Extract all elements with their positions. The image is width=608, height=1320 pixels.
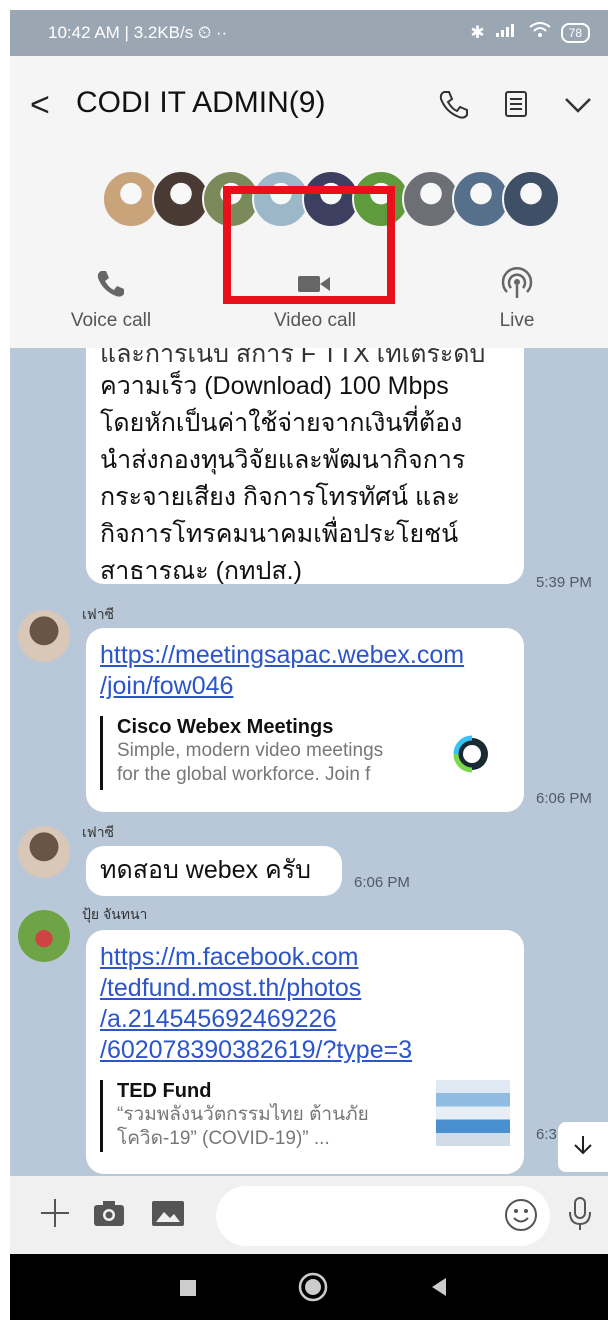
scroll-down-button[interactable]	[558, 1122, 608, 1172]
message-bubble[interactable]: https://m.facebook.com /tedfund.most.th/…	[86, 930, 524, 1174]
message-time: 5:39 PM	[536, 574, 592, 591]
status-icons: ✱ 78	[470, 22, 590, 43]
arrow-down-icon	[571, 1133, 595, 1162]
message-line: กิจการโทรคมนาคมเพื่อประโยชน์	[100, 520, 459, 548]
preview-title: Cisco Webex Meetings	[117, 716, 334, 738]
message-link[interactable]: https://meetingsapac.webex.com	[100, 640, 464, 671]
avatar[interactable]	[18, 826, 70, 878]
status-bar: 10:42 AM | 3.2KB/s ⏲ ·· ✱ 78	[10, 10, 608, 56]
image-gallery-icon[interactable]	[150, 1196, 186, 1235]
back-icon[interactable]: <	[30, 86, 50, 125]
home-icon[interactable]	[298, 1272, 328, 1307]
voice-call-label: Voice call	[70, 310, 152, 331]
sender-name: ปุ้ย จันทนา	[82, 906, 148, 922]
message-line: ความเร็ว (Download) 100 Mbps	[100, 372, 449, 400]
message-bubble[interactable]: https://meetingsapac.webex.com /join/fow…	[86, 628, 524, 812]
chat-title: CODI IT ADMIN(9)	[76, 86, 326, 119]
message-link[interactable]: /a.214545692469226	[100, 1004, 412, 1035]
status-left-text: 10:42 AM | 3.2KB/s ⏲ ··	[48, 23, 228, 42]
member-avatar[interactable]	[502, 170, 560, 228]
sender-name: เฟาซี	[82, 824, 115, 840]
message-input[interactable]	[216, 1186, 550, 1246]
voice-call-button[interactable]: Voice call	[36, 264, 186, 332]
video-call-label: Video call	[273, 310, 357, 331]
camera-icon[interactable]	[92, 1196, 126, 1235]
message-link[interactable]: https://m.facebook.com	[100, 942, 412, 973]
message-time: 6:06 PM	[536, 790, 592, 807]
live-broadcast-icon	[442, 264, 592, 304]
message-line: นำส่งกองทุนวิจัยและพัฒนากิจการ	[100, 446, 466, 474]
preview-description-line: Simple, modern video meetings	[117, 740, 384, 761]
message-text: ทดสอบ webex ครับ	[100, 856, 312, 884]
message-line: สาธารณะ (กทปส.)	[100, 557, 302, 585]
message-bubble[interactable]: และการเนบ สการ F TTX เทเตระดบ ความเร็ว (…	[86, 348, 524, 585]
plus-icon[interactable]	[38, 1196, 72, 1235]
microphone-icon[interactable]	[566, 1196, 594, 1237]
recent-apps-icon[interactable]	[178, 1278, 198, 1303]
message-line: โดยหักเป็นค่าใช้จ่ายจากเงินที่ต้อง	[100, 409, 463, 437]
message-link[interactable]: /join/fow046	[100, 671, 464, 702]
preview-description-line: “รวมพลังนวัตกรรมไทย ต้านภัย	[117, 1104, 369, 1125]
emoji-icon[interactable]	[504, 1198, 538, 1237]
preview-description: Simple, modern video meetings for the gl…	[117, 739, 417, 787]
sender-name: เฟาซี	[82, 606, 115, 622]
back-nav-icon[interactable]	[428, 1276, 450, 1303]
message-line: กระจายเสียง กิจการโทรทัศน์ และ	[100, 483, 460, 511]
notes-icon[interactable]	[496, 84, 536, 124]
message-time: 6:06 PM	[354, 874, 410, 891]
chat-messages[interactable]: และการเนบ สการ F TTX เทเตระดบ ความเร็ว (…	[10, 348, 608, 1176]
avatar[interactable]	[18, 910, 70, 962]
link-preview[interactable]: Cisco Webex Meetings Simple, modern vide…	[100, 716, 417, 790]
live-button[interactable]: Live	[442, 264, 592, 332]
message-input-bar	[10, 1176, 608, 1254]
signal-icon	[495, 22, 519, 43]
preview-thumbnail	[436, 1080, 510, 1146]
message-bubble[interactable]: ทดสอบ webex ครับ	[86, 846, 342, 896]
preview-description-line: โควิด-19” (COVID-19)” ...	[117, 1128, 330, 1149]
message-link[interactable]: /tedfund.most.th/photos	[100, 973, 412, 1004]
webex-logo-icon	[452, 734, 492, 779]
phone-screen: 10:42 AM | 3.2KB/s ⏲ ·· ✱ 78 < CODI IT A…	[10, 10, 608, 1320]
preview-title: TED Fund	[117, 1080, 212, 1102]
wifi-icon	[529, 22, 551, 43]
battery-indicator: 78	[560, 22, 590, 43]
preview-description-line: for the global workforce. Join f	[117, 764, 371, 785]
highlight-box	[223, 186, 395, 304]
system-navigation-bar	[10, 1254, 608, 1320]
link-preview[interactable]: TED Fund “รวมพลังนวัตกรรมไทย ต้านภัย โคว…	[100, 1080, 417, 1152]
live-label: Live	[499, 310, 535, 331]
avatar[interactable]	[18, 610, 70, 662]
preview-description: “รวมพลังนวัตกรรมไทย ต้านภัย โควิด-19” (C…	[117, 1103, 417, 1149]
voice-call-icon	[36, 264, 186, 304]
chevron-down-icon[interactable]	[558, 84, 598, 124]
phone-icon[interactable]	[434, 84, 474, 124]
message-link[interactable]: /602078390382619/?type=3	[100, 1035, 412, 1066]
bluetooth-icon: ✱	[470, 22, 485, 42]
